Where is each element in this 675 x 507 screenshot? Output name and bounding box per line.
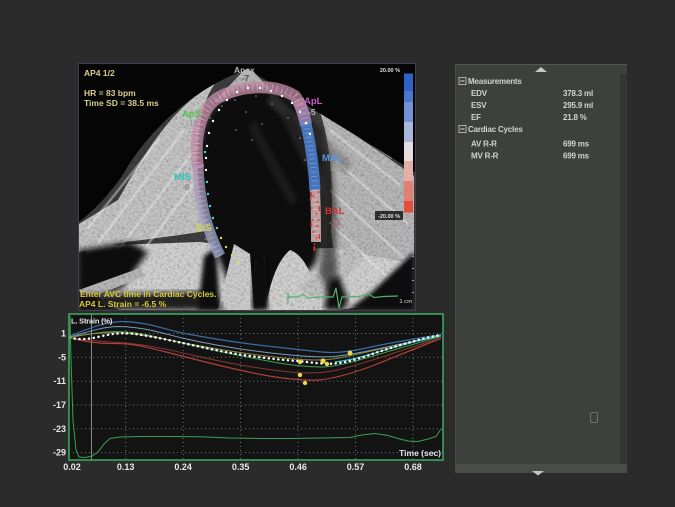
svg-text:0.46: 0.46 xyxy=(289,462,307,472)
svg-text:-23: -23 xyxy=(53,424,66,434)
svg-text:ApL: ApL xyxy=(304,96,323,107)
svg-text:699 ms: 699 ms xyxy=(563,152,590,161)
svg-text:0.35: 0.35 xyxy=(232,462,250,472)
svg-text:1 cm: 1 cm xyxy=(399,299,412,305)
svg-text:Measurements: Measurements xyxy=(468,77,522,86)
svg-text:21.8 %: 21.8 % xyxy=(563,113,587,122)
svg-text:-4: -4 xyxy=(204,233,212,243)
svg-text:-11: -11 xyxy=(329,217,341,227)
svg-text:EF: EF xyxy=(471,113,481,122)
svg-text:BAL: BAL xyxy=(325,206,345,217)
svg-text:20.00 %: 20.00 % xyxy=(380,68,400,74)
svg-text:AP4 1/2: AP4 1/2 xyxy=(84,68,115,78)
svg-text:0.68: 0.68 xyxy=(404,462,422,472)
svg-text:L. Strain (%): L. Strain (%) xyxy=(71,317,113,326)
svg-text:-17: -17 xyxy=(53,400,66,410)
svg-text:-6: -6 xyxy=(182,182,190,192)
svg-text:1: 1 xyxy=(61,329,66,339)
svg-text:0.24: 0.24 xyxy=(174,462,192,472)
svg-text:-7: -7 xyxy=(242,74,250,83)
svg-text:0.13: 0.13 xyxy=(117,462,135,472)
svg-text:EDV: EDV xyxy=(471,89,488,98)
svg-text:AV R-R: AV R-R xyxy=(471,140,497,149)
svg-text:Enter AVC time in Cardiac Cycl: Enter AVC time in Cardiac Cycles. xyxy=(80,289,217,299)
svg-text:0.02: 0.02 xyxy=(63,462,81,472)
svg-text:-20.00 %: -20.00 % xyxy=(378,214,400,220)
svg-text:0.57: 0.57 xyxy=(347,462,365,472)
svg-text:ESV: ESV xyxy=(471,101,487,110)
svg-text:295.9 ml: 295.9 ml xyxy=(563,101,593,110)
svg-text:-10: -10 xyxy=(186,118,199,128)
svg-text:Time SD = 38.5 ms: Time SD = 38.5 ms xyxy=(84,98,159,108)
svg-text:378.3 ml: 378.3 ml xyxy=(563,89,593,98)
svg-text:MV R-R: MV R-R xyxy=(471,152,499,161)
svg-text:-5: -5 xyxy=(58,352,66,362)
svg-text:-29: -29 xyxy=(53,448,66,458)
svg-text:-6: -6 xyxy=(330,164,338,174)
svg-text:HR = 83 bpm: HR = 83 bpm xyxy=(84,88,136,98)
svg-text:-5: -5 xyxy=(308,107,316,117)
svg-text:699 ms: 699 ms xyxy=(563,140,590,149)
svg-text:MAL: MAL xyxy=(322,153,343,164)
svg-text:Cardiac Cycles: Cardiac Cycles xyxy=(468,125,523,134)
svg-text:Time (sec): Time (sec) xyxy=(399,448,441,458)
svg-text:-11: -11 xyxy=(53,376,66,386)
